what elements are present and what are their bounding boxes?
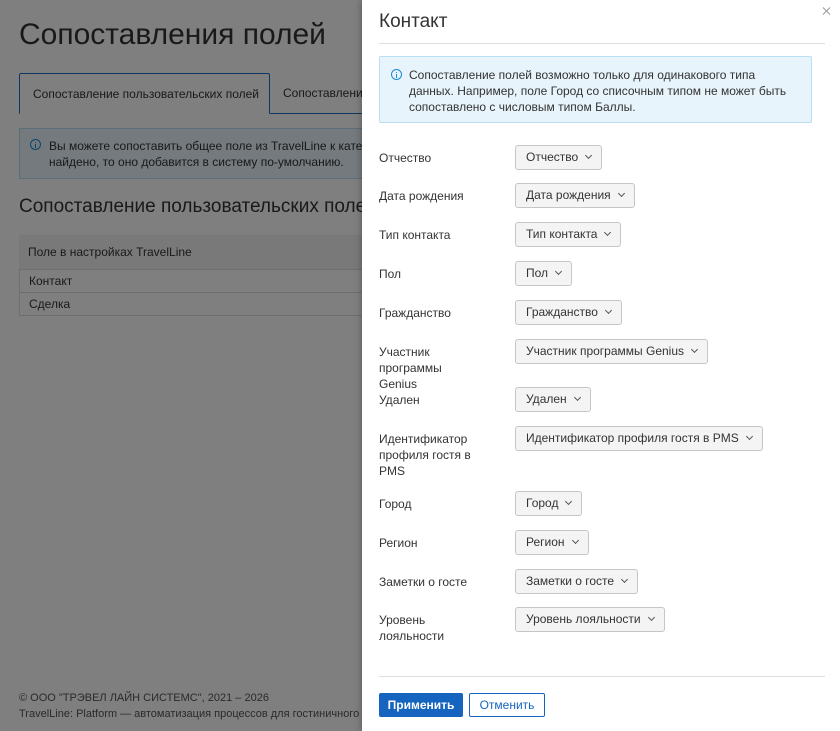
field-select-value: Заметки о госте — [526, 574, 615, 588]
field-select[interactable]: Отчество — [515, 145, 603, 170]
field-label: Отчество — [379, 151, 432, 165]
field-select[interactable]: Город — [515, 491, 583, 516]
field-select-value: Регион — [526, 535, 565, 549]
divider — [379, 676, 825, 677]
chevron-down-icon — [565, 497, 573, 506]
field-select-value: Гражданство — [526, 305, 598, 319]
field-select[interactable]: Пол — [515, 261, 573, 286]
field-select[interactable]: Регион — [515, 530, 589, 555]
field-select[interactable]: Уровень лояльности — [515, 607, 665, 632]
field-select[interactable]: Гражданство — [515, 300, 622, 325]
contact-drawer: Контакт Сопоставление полей возможно тол… — [362, 0, 840, 731]
field-select[interactable]: Заметки о госте — [515, 569, 639, 594]
info-icon — [391, 69, 402, 80]
field-select[interactable]: Тип контакта — [515, 222, 622, 247]
field-label: Гражданство — [379, 306, 451, 320]
chevron-down-icon — [555, 267, 563, 276]
field-select-value: Участник программы Genius — [526, 344, 685, 358]
drawer-info-box: Сопоставление полей возможно только для … — [379, 56, 812, 123]
field-select-value: Пол — [526, 266, 549, 280]
field-select-value: Уровень лояльности — [526, 612, 641, 626]
chevron-down-icon — [617, 189, 625, 198]
field-select-value: Удален — [526, 392, 567, 406]
chevron-down-icon — [571, 536, 579, 545]
field-label: Заметки о госте — [379, 575, 468, 589]
chevron-down-icon — [604, 228, 612, 237]
chevron-down-icon — [690, 345, 699, 354]
chevron-down-icon — [573, 393, 581, 402]
field-label: Удален — [379, 393, 420, 407]
field-label: Регион — [379, 536, 418, 550]
field-label: Уровень лояльности — [379, 613, 445, 643]
field-label: Пол — [379, 267, 402, 281]
chevron-down-icon — [585, 151, 593, 160]
field-select[interactable]: Идентификатор профиля гостя в PMS — [515, 426, 763, 451]
field-label: Тип контакта — [379, 228, 451, 242]
close-icon[interactable] — [821, 6, 833, 18]
field-select[interactable]: Удален — [515, 387, 591, 412]
field-label: Участник программы Genius — [379, 345, 442, 391]
field-label: Дата рождения — [379, 189, 464, 203]
drawer-title: Контакт — [379, 11, 448, 32]
field-select[interactable]: Участник программы Genius — [515, 339, 709, 364]
chevron-down-icon — [647, 613, 655, 622]
field-label: Идентификатор профиля гостя в PMS — [379, 432, 471, 478]
info-text: Сопоставление полей возможно только для … — [409, 68, 787, 114]
field-label: Город — [379, 497, 412, 511]
cancel-button[interactable]: Отменить — [469, 693, 545, 717]
field-select-value: Дата рождения — [526, 188, 611, 202]
chevron-down-icon — [621, 575, 629, 584]
chevron-down-icon — [745, 432, 753, 441]
divider — [379, 43, 825, 44]
field-select-value: Город — [526, 496, 559, 510]
apply-button[interactable]: Применить — [379, 693, 463, 717]
chevron-down-icon — [604, 306, 612, 315]
field-select-value: Отчество — [526, 150, 579, 164]
field-select[interactable]: Дата рождения — [515, 183, 635, 208]
field-select-value: Идентификатор профиля гостя в PMS — [526, 431, 739, 445]
field-select-value: Тип контакта — [526, 227, 598, 241]
